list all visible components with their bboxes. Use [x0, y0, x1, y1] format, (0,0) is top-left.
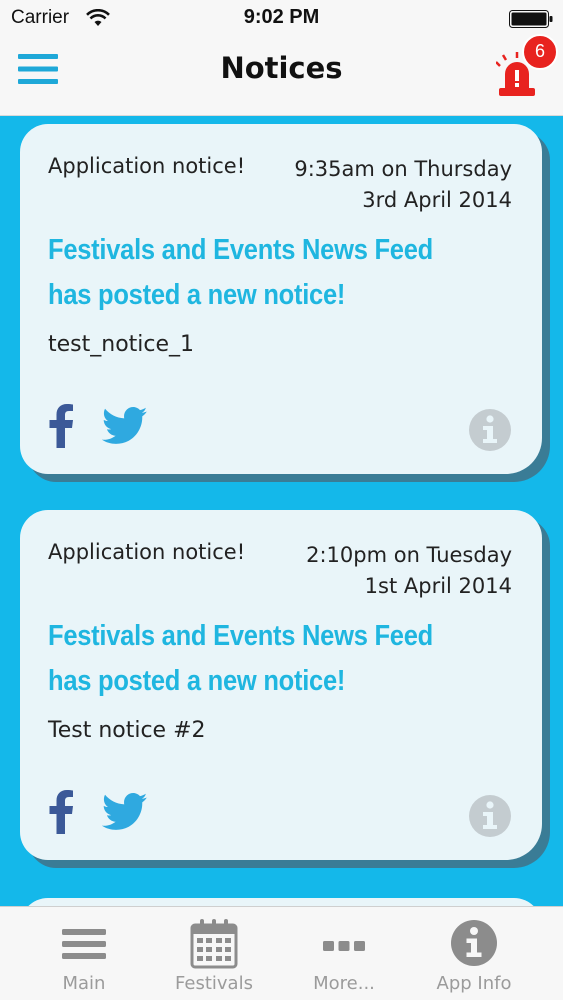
tab-label: More...: [313, 973, 375, 994]
notice-card[interactable]: Application notice! 9:35am on Thursday 3…: [20, 124, 542, 474]
notice-time: 2:10pm on Tuesday: [306, 543, 512, 567]
notice-source: Application notice!: [48, 540, 246, 564]
list-icon: [62, 929, 106, 959]
info-icon: [451, 920, 497, 966]
notice-date: 1st April 2014: [364, 574, 512, 598]
facebook-icon[interactable]: [48, 790, 74, 834]
twitter-icon[interactable]: [102, 792, 148, 832]
page-title: Notices: [220, 51, 343, 85]
twitter-icon[interactable]: [102, 406, 148, 446]
tab-main[interactable]: Main: [14, 907, 154, 1000]
facebook-icon[interactable]: [48, 404, 74, 448]
notice-time: 9:35am on Thursday: [294, 157, 512, 181]
notice-source: Application notice!: [48, 154, 246, 178]
notice-datetime: 9:35am on Thursday 3rd April 2014: [294, 154, 512, 216]
navigation-bar: Notices 6: [0, 34, 563, 116]
notice-headline: Festivals and Events News Feed has poste…: [48, 620, 433, 697]
tab-bar: Main Festivals More... App Info: [0, 906, 563, 1000]
notice-card[interactable]: Application notice! 2:10pm on Tuesday 1s…: [20, 510, 542, 860]
notice-headline: Festivals and Events News Feed has poste…: [48, 234, 433, 311]
notices-list[interactable]: Application notice! 9:35am on Thursday 3…: [0, 116, 563, 906]
tab-festivals[interactable]: Festivals: [144, 907, 284, 1000]
tab-more[interactable]: More...: [274, 907, 414, 1000]
tab-label: Main: [62, 973, 106, 994]
notice-body: test_notice_1: [48, 332, 195, 357]
notice-card[interactable]: [20, 898, 542, 906]
more-dots-icon: [323, 941, 365, 951]
calendar-icon: [190, 919, 238, 969]
battery-icon: [509, 10, 553, 28]
status-time: 9:02 PM: [243, 6, 320, 28]
tab-label: Festivals: [175, 973, 253, 994]
info-icon[interactable]: [468, 794, 512, 838]
info-icon[interactable]: [468, 408, 512, 452]
status-bar: Carrier 9:02 PM: [0, 0, 563, 36]
notice-date: 3rd April 2014: [362, 188, 512, 212]
notice-body: Test notice #2: [48, 718, 206, 743]
notice-datetime: 2:10pm on Tuesday 1st April 2014: [306, 540, 512, 602]
tab-app-info[interactable]: App Info: [404, 907, 544, 1000]
notification-badge[interactable]: 6: [522, 34, 558, 70]
tab-label: App Info: [436, 973, 512, 994]
